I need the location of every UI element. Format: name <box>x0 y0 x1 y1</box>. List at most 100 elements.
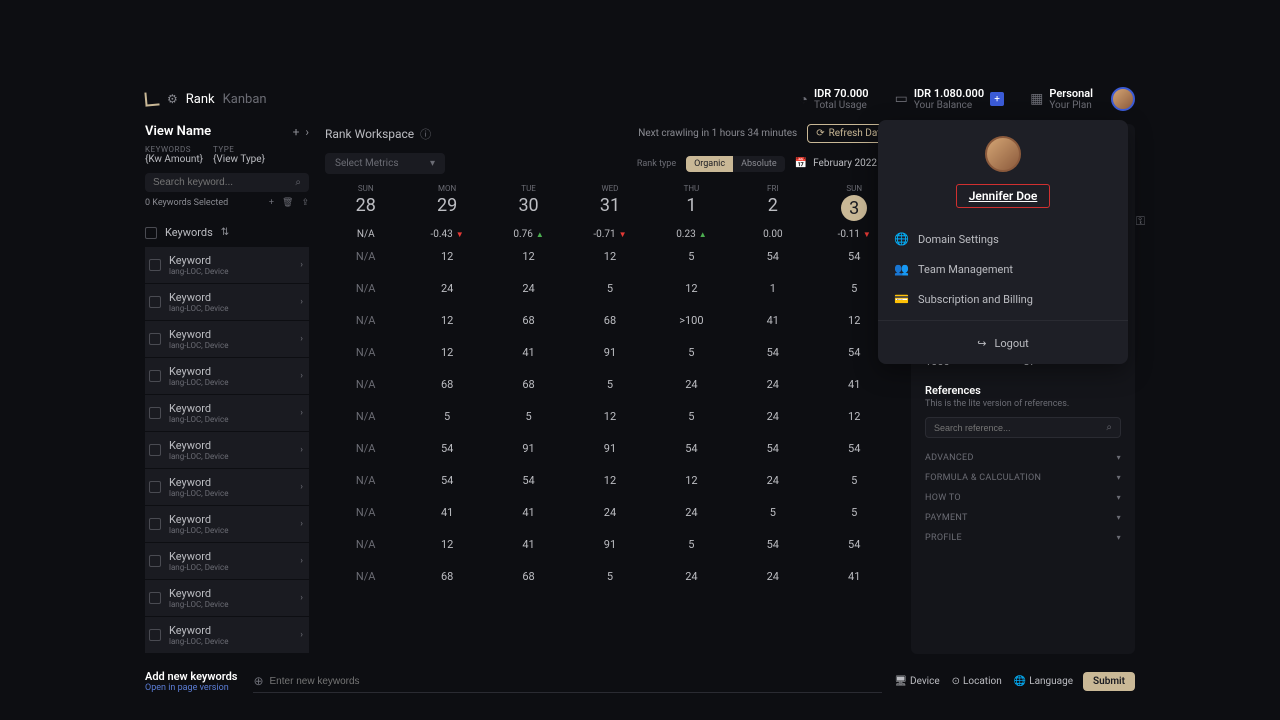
chevron-right-icon[interactable]: › <box>300 630 303 640</box>
data-cell: 24 <box>732 465 813 496</box>
keyword-row[interactable]: Keyword lang-LOC, Device › <box>145 580 309 616</box>
trend-down-icon: ▼ <box>863 230 871 239</box>
gear-icon[interactable]: ⚙ <box>167 92 178 106</box>
topup-button[interactable]: + <box>990 92 1004 106</box>
row-checkbox[interactable] <box>149 555 161 567</box>
chevron-right-icon[interactable]: › <box>300 519 303 529</box>
keyword-name: Keyword <box>169 624 300 637</box>
open-page-link[interactable]: Open in page version <box>145 683 237 693</box>
add-view-icon[interactable]: + <box>293 125 300 139</box>
calendar-day[interactable]: SUN 28 <box>325 184 406 221</box>
kanban-label[interactable]: Kanban <box>223 92 267 107</box>
calendar-day[interactable]: MON 29 <box>406 184 487 221</box>
new-keywords-input[interactable] <box>270 676 883 687</box>
key-icon[interactable]: ⚿ <box>1136 214 1145 229</box>
data-cell: 68 <box>488 305 569 336</box>
row-checkbox[interactable] <box>149 407 161 419</box>
keyword-row[interactable]: Keyword lang-LOC, Device › <box>145 358 309 394</box>
chevron-down-icon: ▾ <box>430 158 435 169</box>
keyword-search[interactable]: ⌕ <box>145 173 309 192</box>
row-checkbox[interactable] <box>149 444 161 456</box>
chevron-right-icon[interactable]: › <box>300 593 303 603</box>
chevron-right-icon[interactable]: › <box>300 334 303 344</box>
team-management-item[interactable]: 👥 Team Management <box>878 254 1128 284</box>
location-option[interactable]: ⊙ Location <box>952 676 1002 687</box>
export-icon[interactable]: ⇪ <box>301 198 309 208</box>
keyword-row[interactable]: Keyword lang-LOC, Device › <box>145 321 309 357</box>
calendar-day[interactable]: THU 1 <box>651 184 732 221</box>
day-number: 28 <box>325 195 406 216</box>
absolute-pill[interactable]: Absolute <box>733 156 785 172</box>
search-icon: ⌕ <box>295 177 301 188</box>
delete-icon[interactable]: 🗑 <box>282 198 293 208</box>
keyword-name: Keyword <box>169 328 300 341</box>
plan-sublabel: Your Plan <box>1049 100 1093 111</box>
next-view-icon[interactable]: › <box>305 125 309 139</box>
organic-pill[interactable]: Organic <box>686 156 733 172</box>
device-option[interactable]: 🖥 Device <box>894 676 939 687</box>
keyword-row[interactable]: Keyword lang-LOC, Device › <box>145 543 309 579</box>
submit-button[interactable]: Submit <box>1083 672 1135 691</box>
info-icon[interactable]: ⓘ <box>420 126 431 142</box>
month-label[interactable]: February 2022 <box>813 158 877 169</box>
domain-settings-item[interactable]: 🌐 Domain Settings <box>878 224 1128 254</box>
logout-button[interactable]: ↪ Logout <box>878 327 1128 364</box>
calendar-day[interactable]: WED 31 <box>569 184 650 221</box>
row-checkbox[interactable] <box>149 481 161 493</box>
data-cell: 12 <box>488 241 569 272</box>
data-row: N/A126868>1004112 <box>325 305 895 336</box>
chevron-right-icon[interactable]: › <box>300 371 303 381</box>
row-checkbox[interactable] <box>149 296 161 308</box>
chevron-right-icon[interactable]: › <box>300 445 303 455</box>
trend-down-icon: ▼ <box>619 230 627 239</box>
keyword-row[interactable]: Keyword lang-LOC, Device › <box>145 395 309 431</box>
language-option[interactable]: 🌐 Language <box>1014 676 1073 687</box>
balance-sublabel: Your Balance <box>914 100 984 111</box>
rank-label[interactable]: Rank <box>186 92 215 107</box>
reference-category[interactable]: PROFILE▾ <box>925 528 1121 548</box>
calendar-day[interactable]: TUE 30 <box>488 184 569 221</box>
chevron-right-icon[interactable]: › <box>300 408 303 418</box>
chevron-right-icon[interactable]: › <box>300 482 303 492</box>
row-checkbox[interactable] <box>149 370 161 382</box>
row-checkbox[interactable] <box>149 333 161 345</box>
data-cell: 12 <box>406 529 487 560</box>
metrics-select[interactable]: Select Metrics ▾ <box>325 153 445 174</box>
usage-sublabel: Total Usage <box>814 100 869 111</box>
data-cell: N/A <box>325 561 406 592</box>
reference-category[interactable]: PAYMENT▾ <box>925 508 1121 528</box>
avatar[interactable] <box>1111 87 1135 111</box>
sort-icon[interactable]: ⇅ <box>221 227 229 238</box>
keyword-row[interactable]: Keyword lang-LOC, Device › <box>145 617 309 653</box>
subscription-billing-item[interactable]: 💳 Subscription and Billing <box>878 284 1128 314</box>
reference-category[interactable]: FORMULA & CALCULATION▾ <box>925 468 1121 488</box>
row-checkbox[interactable] <box>149 629 161 641</box>
keyword-row[interactable]: Keyword lang-LOC, Device › <box>145 506 309 542</box>
row-checkbox[interactable] <box>149 518 161 530</box>
keyword-name: Keyword <box>169 254 300 267</box>
reference-category[interactable]: ADVANCED▾ <box>925 448 1121 468</box>
chevron-right-icon[interactable]: › <box>300 297 303 307</box>
reference-search[interactable]: ⌕ <box>925 417 1121 438</box>
add-selected-icon[interactable]: + <box>269 198 274 208</box>
keyword-search-input[interactable] <box>153 177 295 188</box>
keyword-row[interactable]: Keyword lang-LOC, Device › <box>145 284 309 320</box>
row-checkbox[interactable] <box>149 259 161 271</box>
select-all-checkbox[interactable] <box>145 227 157 239</box>
reference-search-input[interactable] <box>934 423 1106 433</box>
day-number: 3 <box>841 195 867 221</box>
row-checkbox[interactable] <box>149 592 161 604</box>
reference-category[interactable]: HOW TO▾ <box>925 488 1121 508</box>
rank-type-toggle[interactable]: Organic Absolute <box>686 156 785 172</box>
calendar-day[interactable]: FRI 2 <box>732 184 813 221</box>
keyword-meta: lang-LOC, Device <box>169 267 300 276</box>
chevron-right-icon[interactable]: › <box>300 556 303 566</box>
day-number: 30 <box>488 195 569 216</box>
keyword-row[interactable]: Keyword lang-LOC, Device › <box>145 432 309 468</box>
data-cell: 5 <box>732 497 813 528</box>
chevron-right-icon[interactable]: › <box>300 260 303 270</box>
keyword-row[interactable]: Keyword lang-LOC, Device › <box>145 247 309 283</box>
user-name-box[interactable]: Jennifer Doe <box>956 184 1051 208</box>
data-cell: N/A <box>325 497 406 528</box>
keyword-row[interactable]: Keyword lang-LOC, Device › <box>145 469 309 505</box>
